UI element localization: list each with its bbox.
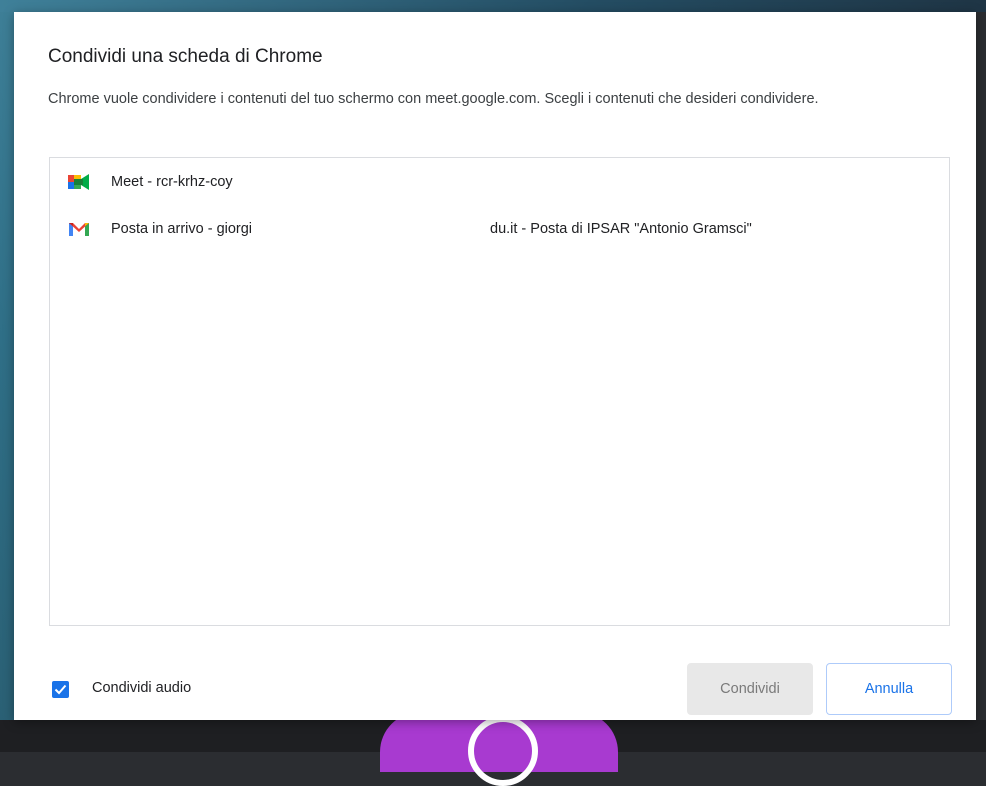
share-tab-dialog: Condividi una scheda di Chrome Chrome vu… <box>14 12 976 720</box>
tab-item-meet[interactable]: Meet - rcr-krhz-coy <box>50 159 949 205</box>
desktop-background <box>0 0 14 752</box>
gmail-icon <box>68 220 90 238</box>
google-meet-icon <box>68 173 90 191</box>
tab-label: Meet - rcr-krhz-coy <box>111 174 233 190</box>
tab-label-end: du.it - Posta di IPSAR "Antonio Gramsci" <box>490 221 752 237</box>
audio-label: Condividi audio <box>92 680 192 696</box>
checkmark-icon <box>54 684 67 695</box>
meet-avatar-circle <box>468 716 538 786</box>
dialog-title: Condividi una scheda di Chrome <box>48 46 323 67</box>
tab-label: Posta in arrivo - giorgi <box>111 221 253 237</box>
desktop-background-top <box>0 0 986 12</box>
tab-item-gmail[interactable]: Posta in arrivo - giorgi du.it - Posta d… <box>50 206 949 252</box>
audio-checkbox[interactable] <box>52 681 69 698</box>
cancel-button[interactable]: Annulla <box>826 663 952 715</box>
share-button[interactable]: Condividi <box>687 663 813 715</box>
tab-list: Meet - rcr-krhz-coy Posta in arrivo - gi… <box>49 157 950 626</box>
dialog-description: Chrome vuole condividere i contenuti del… <box>48 91 819 107</box>
